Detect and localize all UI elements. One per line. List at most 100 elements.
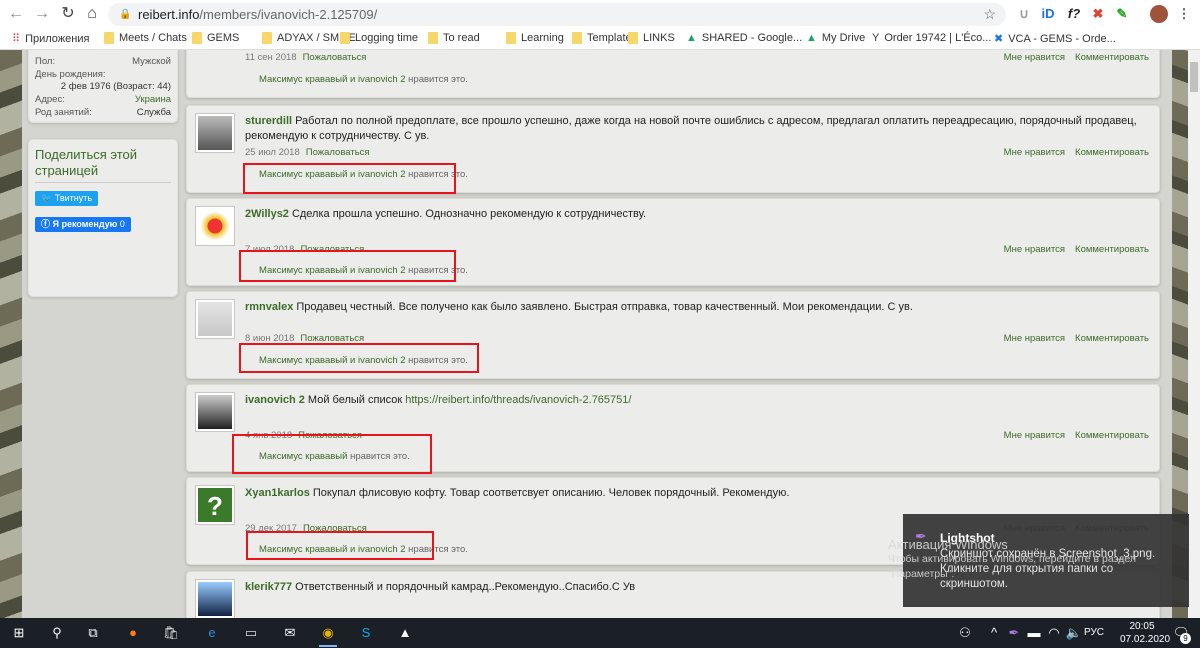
profile-post: 2Willys2 Сделка прошла успешно. Однозначн… (186, 198, 1160, 286)
post-avatar[interactable] (195, 113, 235, 153)
browser-toolbar: ← → ↻ ⌂ 🔒 reibert.info/members/ivanovich… (0, 0, 1200, 28)
active-app-indicator (319, 645, 337, 647)
like-link[interactable]: Мне нравится (1004, 333, 1065, 344)
forward-button[interactable]: → (32, 4, 52, 24)
extension-pen-icon[interactable]: ✎ (1114, 6, 1130, 22)
bookmark-label: GEMS (207, 32, 240, 44)
comment-link[interactable]: Комментировать (1075, 244, 1149, 255)
post-text: Продавец честный. Все получено как было … (296, 301, 913, 313)
address-bar[interactable]: 🔒 reibert.info/members/ivanovich-2.12570… (108, 3, 1006, 26)
post-author[interactable]: 2Willys2 (245, 208, 289, 220)
fb-count: 0 (119, 219, 125, 229)
bookmark-label: Приложения (25, 32, 90, 45)
bookmark-item[interactable]: LINKS (628, 32, 675, 44)
bookmark-label: SHARED - Google... (701, 32, 803, 44)
like-link[interactable]: Мне нравится (1004, 244, 1065, 255)
windows-start-icon[interactable]: ⊞ (10, 625, 28, 641)
toast-message: Скриншот сохранён в Screenshot_3.png. Кл… (940, 548, 1156, 590)
wifi-icon[interactable]: ◠ (1045, 625, 1063, 641)
comment-link[interactable]: Комментировать (1075, 333, 1149, 344)
tweet-button[interactable]: 🐦 Твитнуть (35, 191, 99, 206)
battery-icon[interactable]: ▬ (1025, 625, 1043, 641)
report-link[interactable]: Пожаловаться (306, 147, 370, 158)
back-button[interactable]: ← (6, 4, 26, 24)
input-language[interactable]: РУС (1084, 627, 1104, 638)
people-icon[interactable]: ⚇ (956, 625, 974, 641)
profile-avatar[interactable] (1150, 5, 1168, 23)
google-drive-icon: ▲ (806, 32, 817, 44)
comment-link[interactable]: Комментировать (1075, 52, 1149, 63)
tray-chevron-icon[interactable]: ^ (985, 625, 1003, 641)
info-label: Пол: (35, 56, 56, 67)
scrollbar[interactable] (1188, 50, 1200, 618)
edge-icon[interactable]: e (203, 625, 221, 641)
post-date[interactable]: 11 сен 2018 (245, 52, 297, 63)
lightshot-tray-icon[interactable]: ✒ (1005, 625, 1023, 641)
post-author[interactable]: rmnvalex (245, 301, 293, 313)
chrome-icon[interactable]: ◉ (319, 625, 337, 641)
bookmark-star-icon[interactable]: ☆ (983, 3, 996, 26)
post-author[interactable]: Xyan1karlos (245, 487, 310, 499)
bookmark-item[interactable]: ▲ SHARED - Google... (686, 32, 802, 44)
post-date[interactable]: 25 июл 2018 (245, 147, 300, 158)
post-avatar[interactable] (195, 392, 235, 432)
folder-icon (428, 32, 438, 44)
red-highlight-annotation (246, 531, 434, 560)
red-highlight-annotation (239, 343, 479, 373)
post-avatar[interactable] (195, 299, 235, 339)
post-author[interactable]: klerik777 (245, 581, 292, 593)
bookmark-item[interactable]: ⠿ Приложения (12, 32, 90, 46)
post-author[interactable]: sturerdill (245, 115, 292, 127)
post-avatar[interactable] (195, 206, 235, 246)
bookmark-item[interactable]: Learning (506, 32, 564, 44)
volume-icon[interactable]: 🔈 (1065, 625, 1083, 641)
like-link[interactable]: Мне нравится (1004, 147, 1065, 158)
location-link[interactable]: Украина (135, 94, 171, 105)
tweet-label: Твитнуть (54, 193, 93, 203)
bookmark-item[interactable]: ✖ VCA - GEMS - Orde... (994, 32, 1116, 46)
extension-id-icon[interactable]: iD (1040, 6, 1056, 22)
bookmark-item[interactable]: Y Order 19742 | L'Éco... (872, 32, 991, 44)
firefox-icon[interactable]: ● (124, 625, 142, 641)
like-link[interactable]: Мне нравится (1004, 52, 1065, 63)
extension-formula-icon[interactable]: f? (1066, 6, 1082, 22)
comment-link[interactable]: Комментировать (1075, 147, 1149, 158)
bookmark-item[interactable]: GEMS (192, 32, 239, 44)
bookmark-item[interactable]: Meets / Chats (104, 32, 187, 44)
comment-link[interactable]: Комментировать (1075, 430, 1149, 441)
post-link[interactable]: https://reibert.info/threads/ivanovich-2… (405, 394, 631, 406)
extension-x-icon[interactable]: ✖ (1090, 6, 1106, 22)
photos-icon[interactable]: ▲ (396, 625, 414, 641)
lightshot-notification[interactable]: ✒ Lightshot Скриншот сохранён в Screensh… (903, 514, 1189, 607)
likers[interactable]: Максимус крававый и ivanovich 2 (259, 74, 406, 85)
scrollbar-thumb[interactable] (1190, 62, 1198, 92)
clock[interactable]: 20:05 07.02.2020 (1120, 620, 1170, 646)
lock-icon: 🔒 (119, 9, 132, 20)
apps-grid-icon: ⠿ (12, 33, 21, 45)
reload-button[interactable]: ↻ (58, 4, 78, 24)
store-icon[interactable]: 🛍 (162, 625, 180, 641)
search-icon[interactable]: ⚲ (48, 625, 66, 641)
task-view-icon[interactable]: ⧉ (84, 625, 102, 641)
facebook-recommend-button[interactable]: ⓕ Я рекомендую 0 (35, 217, 131, 232)
like-link[interactable]: Мне нравится (1004, 430, 1065, 441)
report-link[interactable]: Пожаловаться (303, 52, 367, 63)
bookmark-label: Order 19742 | L'Éco... (884, 32, 992, 44)
menu-kebab-icon[interactable]: ⋮ (1176, 6, 1192, 22)
extension-magnet-icon[interactable]: ∪ (1016, 6, 1032, 22)
bookmark-item[interactable]: Logging time (340, 32, 418, 44)
bookmark-item[interactable]: ▲ My Drive (806, 32, 865, 44)
post-avatar[interactable]: ? (195, 485, 235, 525)
folder-icon (192, 32, 202, 44)
post-author[interactable]: ivanovich 2 (245, 394, 305, 406)
post-avatar[interactable] (195, 579, 235, 618)
url-path: /members/ivanovich-2.125709/ (199, 7, 378, 22)
background-camo-left (0, 50, 22, 618)
skype-icon[interactable]: S (357, 625, 375, 641)
share-title: Поделиться этой страницей (35, 147, 171, 183)
bookmark-item[interactable]: To read (428, 32, 480, 44)
mail-icon[interactable]: ✉ (281, 625, 299, 641)
file-explorer-icon[interactable]: ▭ (242, 625, 260, 641)
info-label: Адрес: (35, 94, 65, 105)
home-button[interactable]: ⌂ (82, 4, 102, 24)
